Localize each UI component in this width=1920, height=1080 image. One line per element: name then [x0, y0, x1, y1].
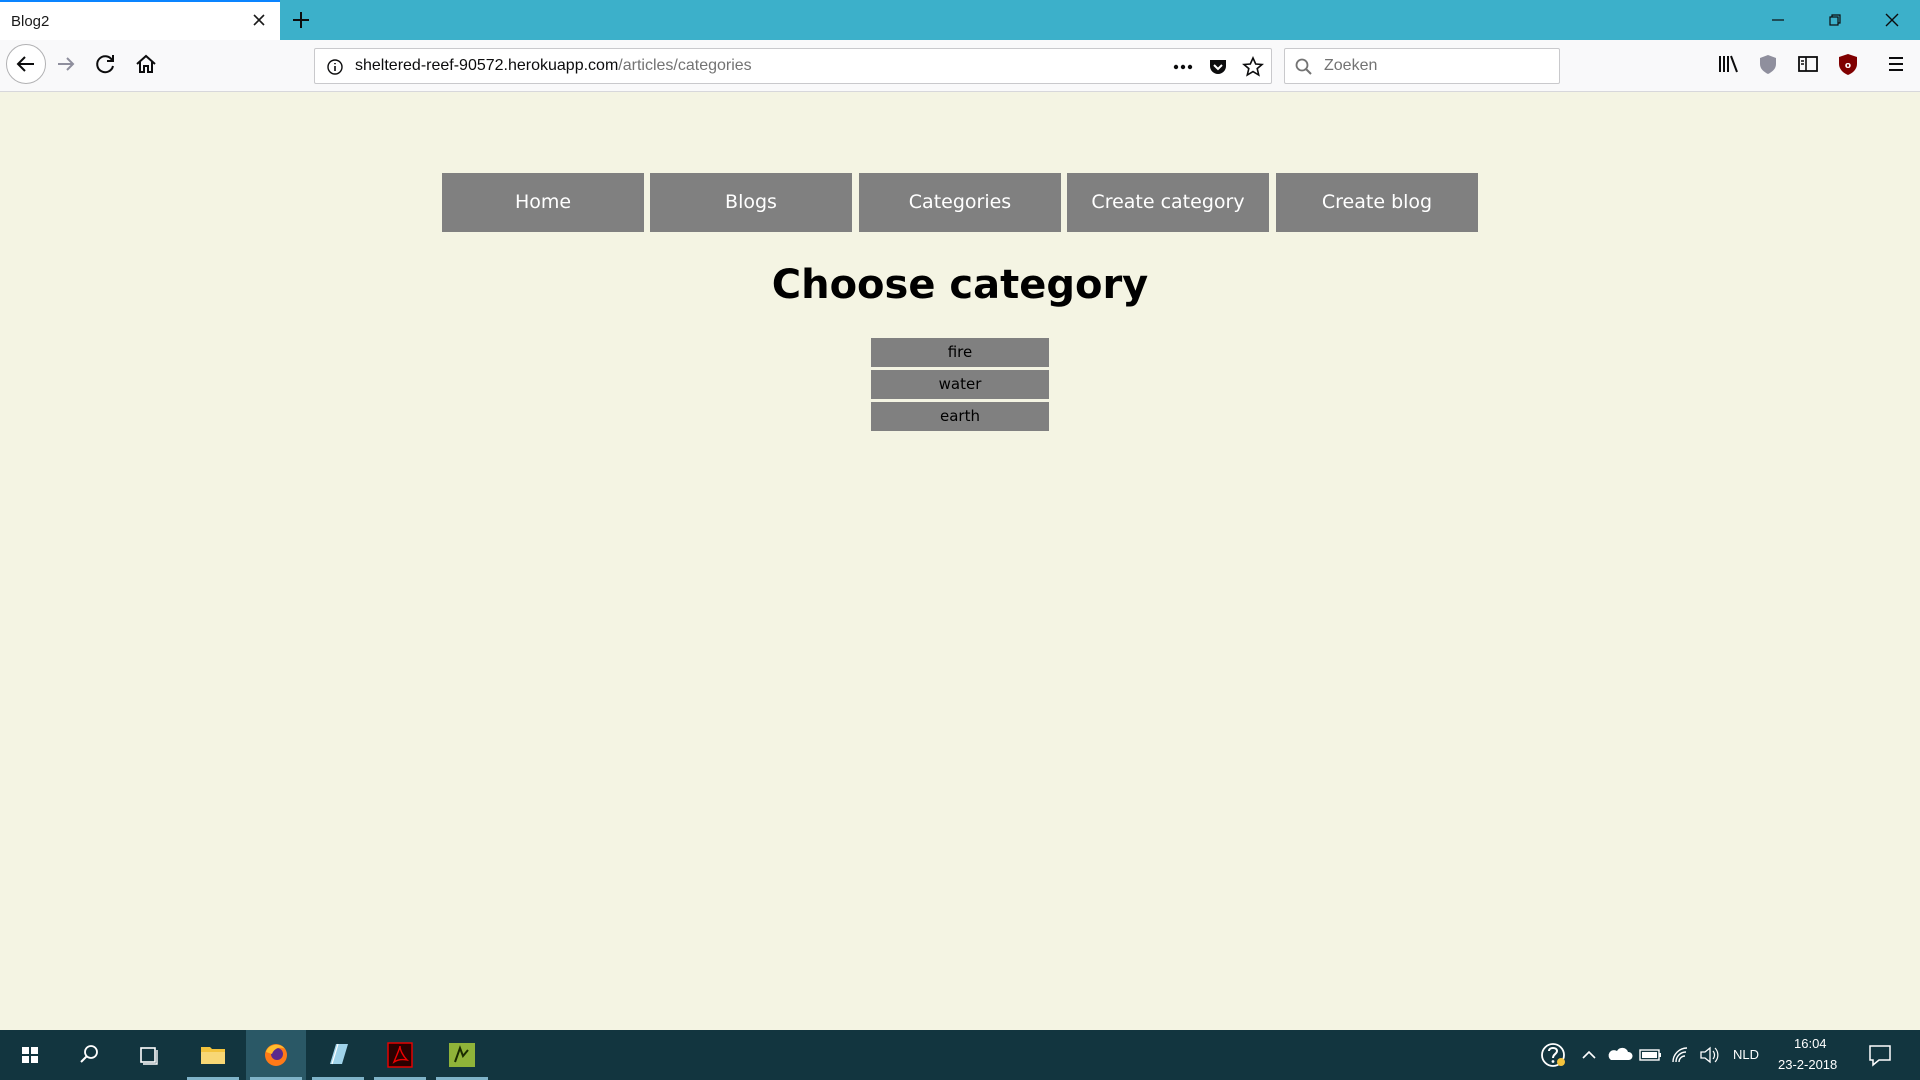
close-tab-icon[interactable]	[249, 10, 269, 30]
input-language[interactable]: NLD	[1733, 1047, 1759, 1062]
library-icon[interactable]	[1710, 46, 1746, 82]
svg-text:o: o	[1845, 61, 1851, 71]
task-view-icon[interactable]	[124, 1030, 174, 1080]
nav-create-blog[interactable]: Create blog	[1276, 173, 1478, 232]
help-icon[interactable]	[1528, 1030, 1578, 1080]
menu-hamburger-icon[interactable]	[1878, 46, 1914, 82]
start-windows-icon[interactable]	[5, 1030, 55, 1080]
sidebar-icon[interactable]	[1790, 46, 1826, 82]
site-info-icon[interactable]	[325, 57, 345, 77]
show-hidden-icons-chevron-icon[interactable]	[1577, 1030, 1601, 1080]
close-window-icon[interactable]	[1880, 8, 1904, 32]
ublock-icon[interactable]: o	[1830, 46, 1866, 82]
notepad-app-icon[interactable]	[308, 1030, 368, 1080]
forward-arrow-icon[interactable]	[48, 46, 84, 82]
taskbar-search-icon[interactable]	[64, 1030, 114, 1080]
page-actions-icon[interactable]	[1171, 57, 1195, 77]
onedrive-cloud-icon[interactable]	[1606, 1030, 1634, 1080]
url-path: /articles/categories	[618, 57, 752, 74]
search-bar[interactable]: Zoeken	[1284, 48, 1560, 84]
nav-blogs[interactable]: Blogs	[650, 173, 852, 232]
code-editor-icon[interactable]	[432, 1030, 492, 1080]
volume-icon[interactable]	[1696, 1030, 1724, 1080]
wifi-icon[interactable]	[1667, 1030, 1695, 1080]
clock-time[interactable]: 16:04	[1794, 1036, 1827, 1051]
category-list: fire water earth	[871, 338, 1049, 434]
page-content: Home Blogs Categories Create category Cr…	[0, 92, 1920, 1030]
nav-home[interactable]: Home	[442, 173, 644, 232]
new-tab-icon[interactable]	[288, 8, 314, 32]
firefox-icon[interactable]	[246, 1030, 306, 1080]
tab-title: Blog2	[11, 13, 50, 30]
url-text: sheltered-reef-90572.herokuapp.com/artic…	[355, 57, 752, 75]
minimize-icon[interactable]	[1766, 8, 1790, 32]
category-item-fire[interactable]: fire	[871, 338, 1049, 367]
battery-icon[interactable]	[1637, 1030, 1665, 1080]
nav-categories[interactable]: Categories	[859, 173, 1061, 232]
windows-taskbar: NLD 16:04 23-2-2018	[0, 1030, 1920, 1080]
search-icon	[1294, 57, 1314, 77]
reload-icon[interactable]	[88, 46, 124, 82]
address-bar[interactable]: sheltered-reef-90572.herokuapp.com/artic…	[314, 48, 1272, 84]
browser-titlebar: Blog2	[0, 0, 1920, 40]
shield-icon[interactable]	[1750, 46, 1786, 82]
category-item-water[interactable]: water	[871, 370, 1049, 399]
file-explorer-icon[interactable]	[183, 1030, 243, 1080]
nav-create-category[interactable]: Create category	[1067, 173, 1269, 232]
search-placeholder: Zoeken	[1324, 57, 1378, 74]
home-icon[interactable]	[128, 46, 164, 82]
page-title: Choose category	[771, 262, 1149, 308]
back-arrow-icon[interactable]	[6, 44, 46, 84]
acrobat-icon[interactable]	[370, 1030, 430, 1080]
action-center-icon[interactable]	[1855, 1030, 1905, 1080]
browser-toolbar: sheltered-reef-90572.herokuapp.com/artic…	[0, 40, 1920, 92]
pocket-icon[interactable]	[1207, 56, 1229, 78]
restore-icon[interactable]	[1823, 8, 1847, 32]
bookmark-star-icon[interactable]	[1241, 55, 1265, 79]
url-host: sheltered-reef-90572.herokuapp.com	[355, 57, 619, 74]
category-item-earth[interactable]: earth	[871, 402, 1049, 431]
clock-date[interactable]: 23-2-2018	[1778, 1057, 1837, 1072]
tab-blog2[interactable]: Blog2	[0, 0, 280, 40]
